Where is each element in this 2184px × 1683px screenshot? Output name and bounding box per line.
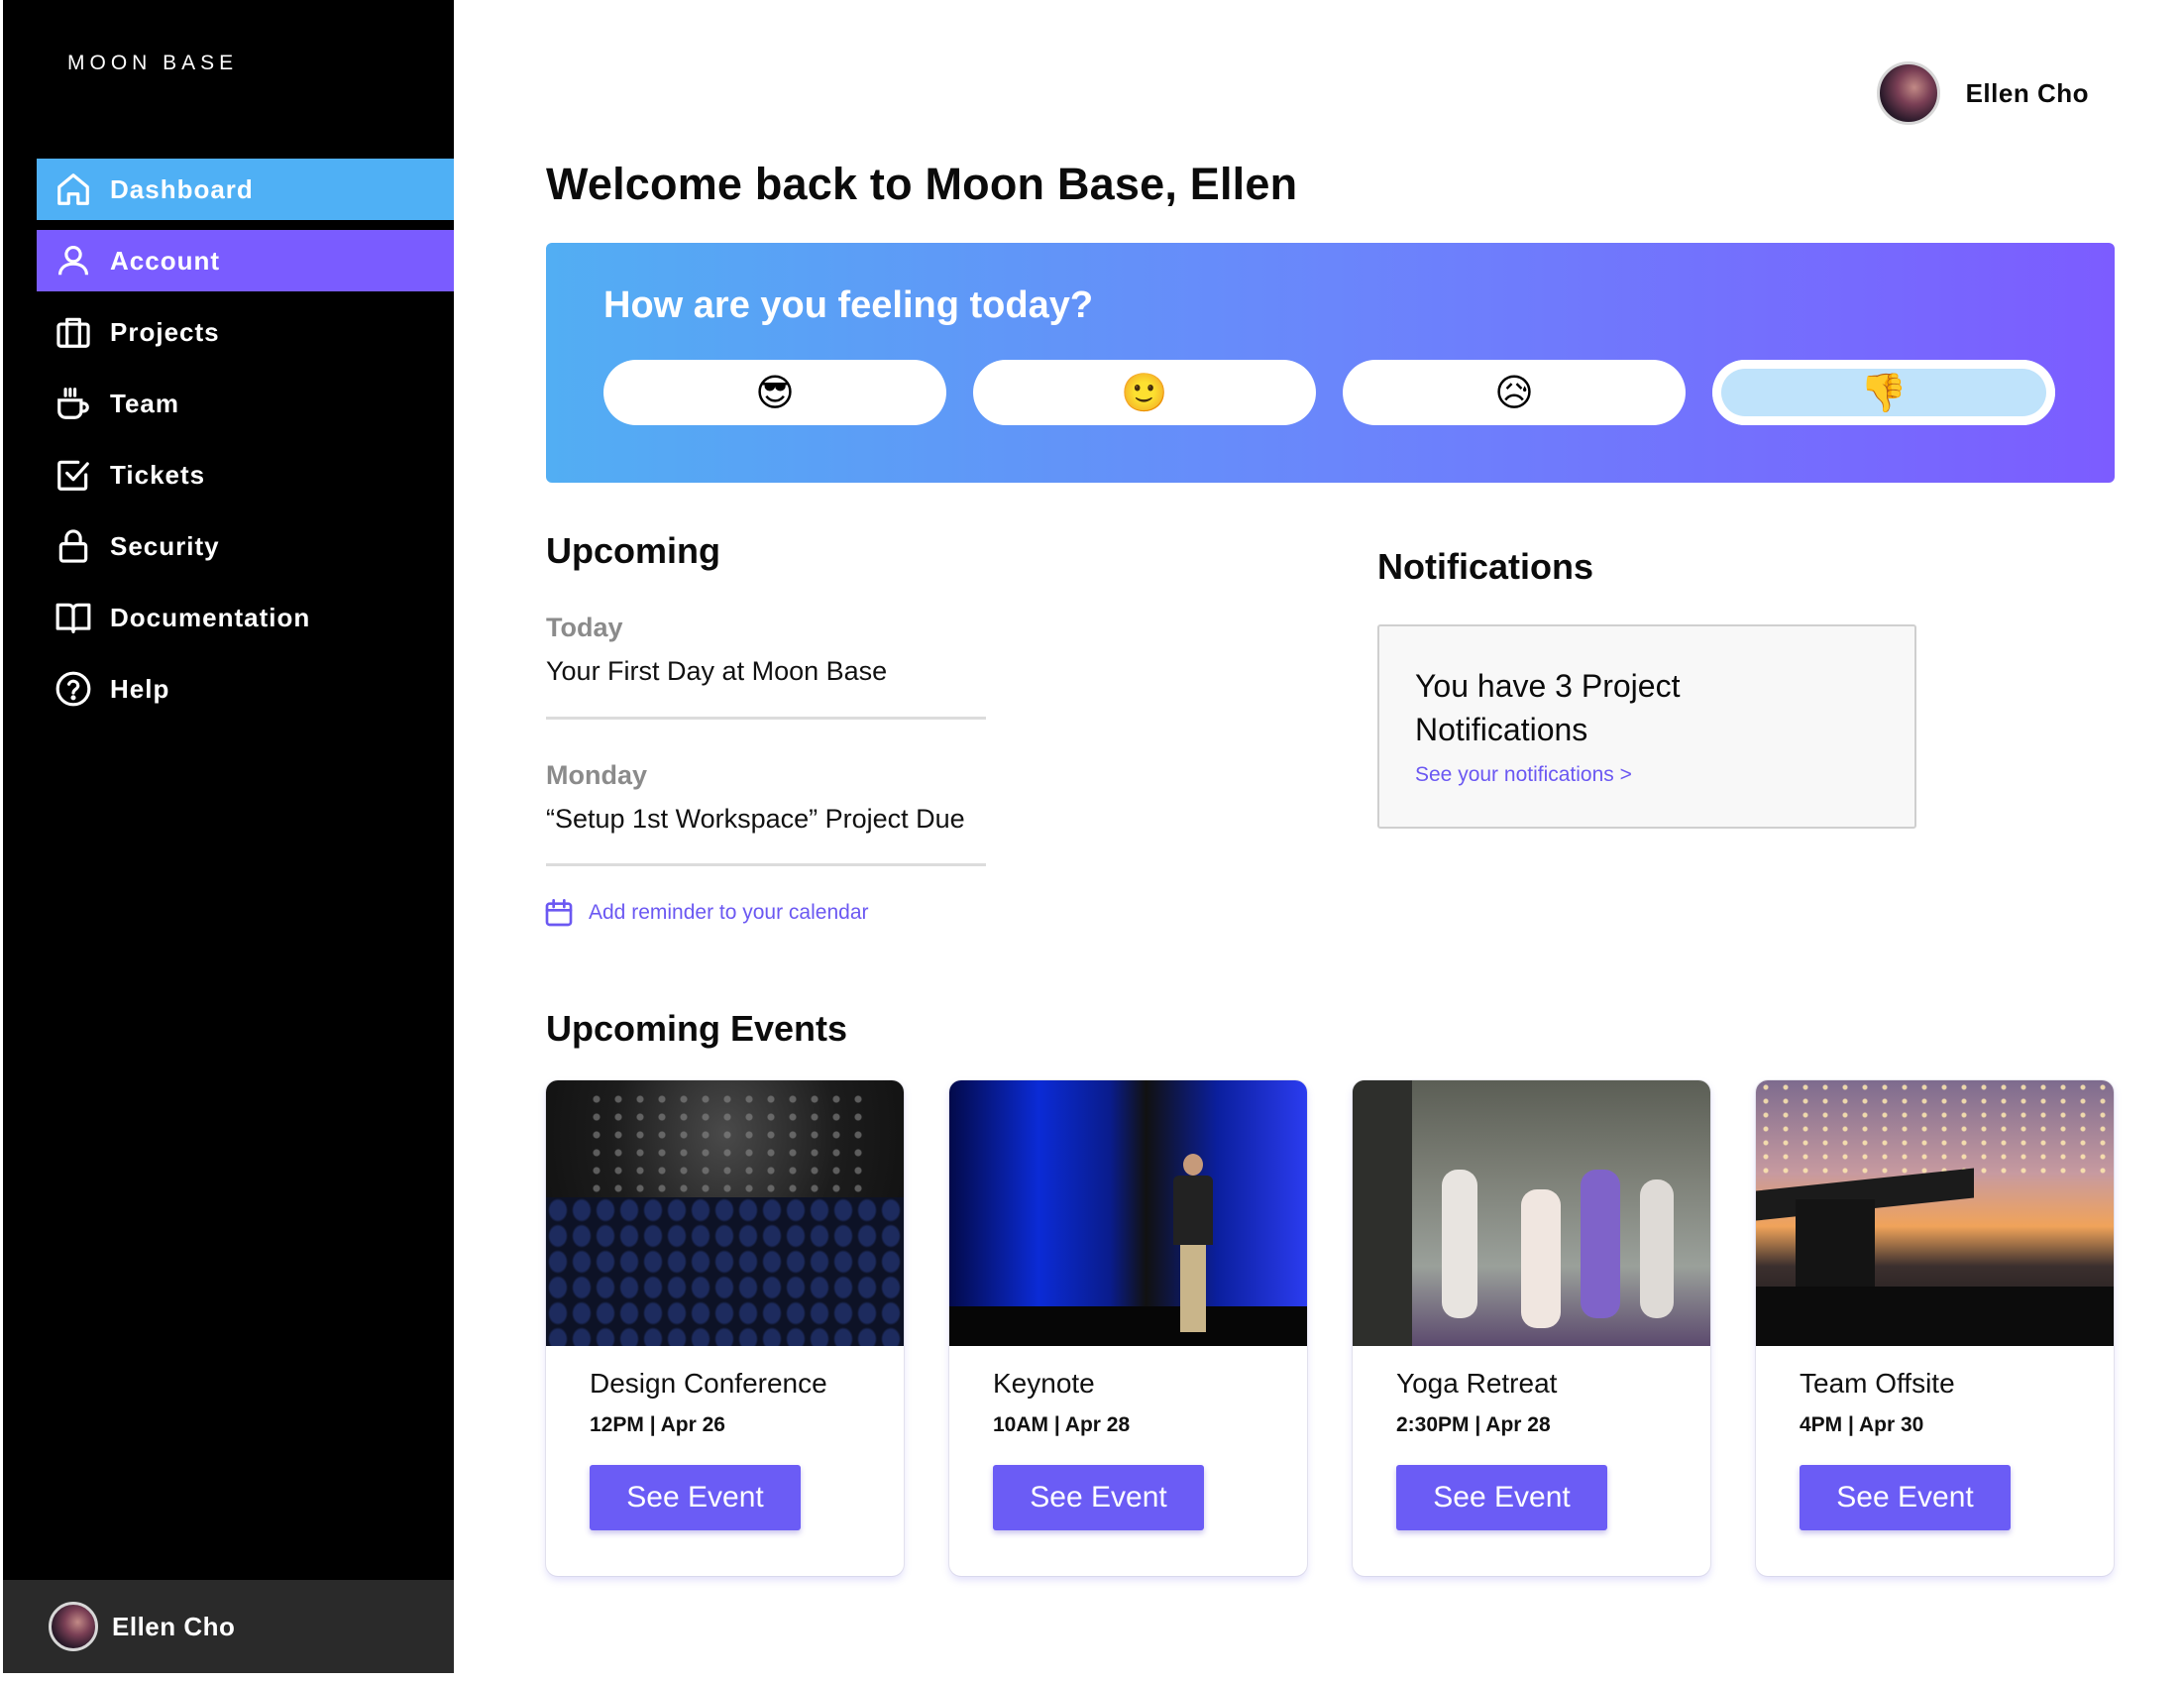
page-title: Welcome back to Moon Base, Ellen: [546, 159, 1298, 209]
mood-option-happy[interactable]: 🙂: [973, 360, 1316, 425]
calendar-icon: [545, 899, 573, 927]
event-card: Team Offsite 4PM | Apr 30 See Event: [1756, 1080, 2114, 1576]
mood-option-sad[interactable]: 😥: [1343, 360, 1686, 425]
sidebar: MOON BASE Dashboard Account Projects Tea…: [3, 0, 454, 1673]
sidebar-item-label: Tickets: [110, 459, 206, 490]
event-meta: 10AM | Apr 28: [993, 1413, 1131, 1436]
sidebar-item-label: Help: [110, 673, 170, 704]
lock-icon: [37, 527, 110, 565]
sidebar-item-label: Account: [110, 245, 220, 276]
sidebar-item-security[interactable]: Security: [37, 515, 454, 577]
event-image-conference: [546, 1080, 904, 1346]
sidebar-item-label: Dashboard: [110, 173, 254, 204]
event-image-offsite: [1756, 1080, 2114, 1346]
event-image-keynote: [949, 1080, 1307, 1346]
mood-banner: How are you feeling today? 😎 🙂 😥 👎: [546, 243, 2115, 483]
sidebar-user[interactable]: Ellen Cho: [3, 1580, 454, 1673]
event-card: Yoga Retreat 2:30PM | Apr 28 See Event: [1353, 1080, 1710, 1576]
avatar: [1876, 61, 1940, 125]
upcoming-divider: [546, 717, 986, 720]
event-title: Keynote: [993, 1368, 1095, 1399]
avatar: [49, 1602, 98, 1651]
event-title: Yoga Retreat: [1396, 1368, 1558, 1399]
events-title: Upcoming Events: [546, 1008, 848, 1049]
sidebar-item-label: Team: [110, 388, 179, 418]
sidebar-item-documentation[interactable]: Documentation: [37, 587, 454, 648]
header-user-name: Ellen Cho: [1965, 77, 2089, 108]
header-user[interactable]: Ellen Cho: [1876, 61, 2089, 125]
sidebar-item-label: Documentation: [110, 602, 311, 632]
sidebar-item-help[interactable]: Help: [37, 658, 454, 720]
event-meta: 2:30PM | Apr 28: [1396, 1413, 1551, 1436]
event-meta: 4PM | Apr 30: [1800, 1413, 1924, 1436]
upcoming-text: Your First Day at Moon Base: [546, 656, 888, 686]
upcoming-divider: [546, 863, 986, 866]
mood-title: How are you feeling today?: [603, 284, 1094, 326]
add-reminder-label: Add reminder to your calendar: [589, 901, 869, 924]
add-reminder-link[interactable]: Add reminder to your calendar: [543, 896, 869, 930]
mood-option-cool[interactable]: 😎: [603, 360, 946, 425]
book-icon: [37, 599, 110, 636]
sidebar-item-dashboard[interactable]: Dashboard: [37, 159, 454, 220]
sidebar-item-label: Security: [110, 530, 220, 561]
see-event-button[interactable]: See Event: [590, 1465, 801, 1530]
see-notifications-link[interactable]: See your notifications >: [1415, 763, 1632, 787]
upcoming-text: “Setup 1st Workspace” Project Due: [546, 804, 965, 834]
see-event-button[interactable]: See Event: [993, 1465, 1204, 1530]
home-icon: [37, 170, 110, 208]
mood-option-thumbs-down[interactable]: 👎: [1712, 360, 2055, 425]
see-event-button[interactable]: See Event: [1396, 1465, 1607, 1530]
event-meta: 12PM | Apr 26: [590, 1413, 725, 1436]
upcoming-title: Upcoming: [546, 530, 720, 571]
help-icon: [37, 670, 110, 708]
sidebar-item-account[interactable]: Account: [37, 230, 454, 291]
sidebar-item-projects[interactable]: Projects: [37, 301, 454, 363]
notifications-message: You have 3 Project Notifications: [1415, 668, 1681, 747]
sidebar-item-label: Projects: [110, 316, 220, 347]
see-event-button[interactable]: See Event: [1800, 1465, 2011, 1530]
event-title: Team Offsite: [1800, 1368, 1955, 1399]
notifications-card: You have 3 Project Notifications See you…: [1377, 624, 1916, 829]
event-card: Keynote 10AM | Apr 28 See Event: [949, 1080, 1307, 1576]
sidebar-user-name: Ellen Cho: [112, 1611, 236, 1641]
sidebar-item-tickets[interactable]: Tickets: [37, 444, 454, 505]
upcoming-day: Monday: [546, 760, 648, 790]
sidebar-nav: Dashboard Account Projects Team Tickets: [37, 159, 454, 729]
event-card: Design Conference 12PM | Apr 26 See Even…: [546, 1080, 904, 1576]
checkbox-icon: [37, 456, 110, 494]
brand-logo: MOON BASE: [67, 52, 239, 74]
user-icon: [37, 242, 110, 280]
coffee-icon: [37, 385, 110, 422]
upcoming-day: Today: [546, 613, 623, 642]
briefcase-icon: [37, 313, 110, 351]
notifications-title: Notifications: [1377, 546, 1594, 587]
sidebar-item-team[interactable]: Team: [37, 373, 454, 434]
event-image-yoga: [1353, 1080, 1710, 1346]
event-title: Design Conference: [590, 1368, 827, 1399]
